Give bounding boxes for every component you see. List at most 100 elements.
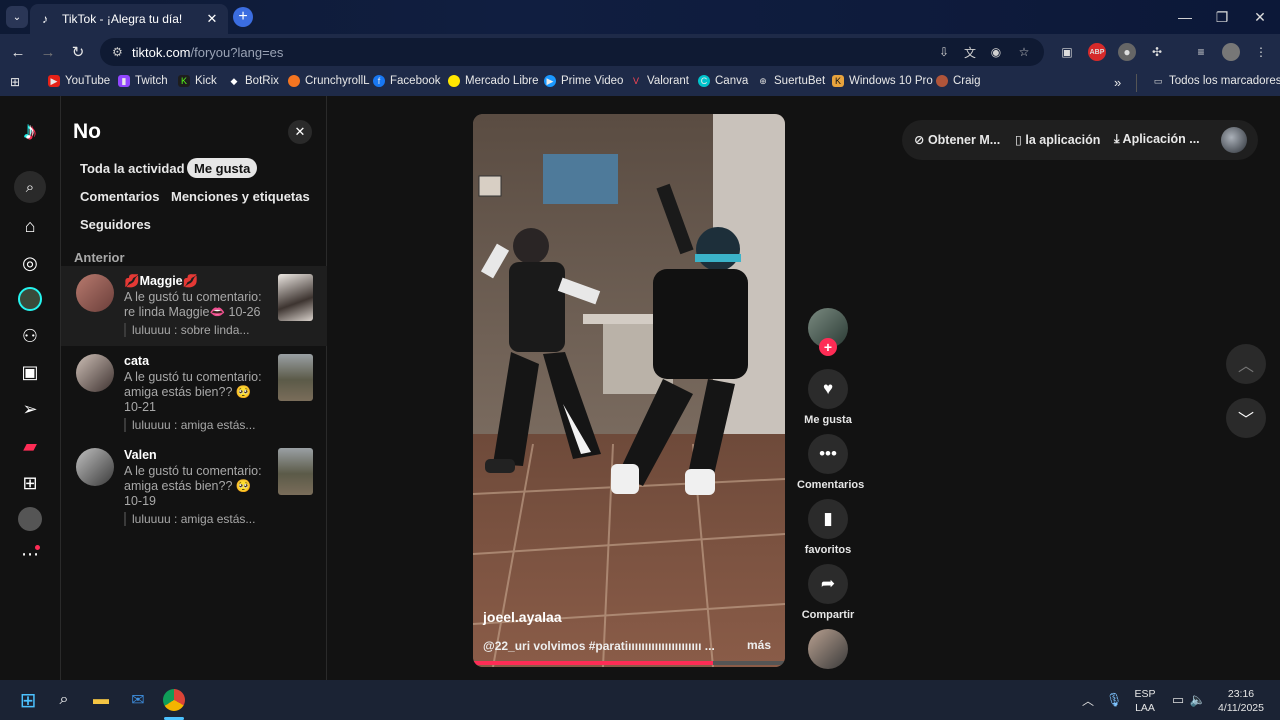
restore-button[interactable]: ❐ <box>1207 6 1237 28</box>
bookmark-facebook[interactable]: f Facebook <box>373 75 441 87</box>
bookmark-valorant[interactable]: V Valorant <box>630 75 689 87</box>
avatar[interactable] <box>76 274 114 312</box>
notification-user-name[interactable]: 💋Maggie💋 <box>124 274 198 289</box>
favorites-button[interactable]: ▮ favoritos <box>797 499 859 556</box>
back-button[interactable]: ← <box>8 42 28 62</box>
follow-plus-icon[interactable]: + <box>819 338 837 356</box>
video-thumbnail[interactable] <box>278 274 313 321</box>
adblock-plus-icon[interactable]: ABP <box>1088 43 1106 61</box>
heart-icon[interactable]: ♥ <box>808 369 848 409</box>
bookmark-craig[interactable]: Craig <box>936 75 980 87</box>
extension-profile-icon[interactable]: ● <box>1118 43 1136 61</box>
reload-button[interactable]: ↻ <box>68 42 88 62</box>
bookmark-twitch[interactable]: ▮ Twitch <box>118 75 168 87</box>
clock[interactable]: 23:16 4/11/2025 <box>1208 687 1274 715</box>
scroll-down-button[interactable]: ﹀ <box>1226 398 1266 438</box>
caption-more-button[interactable]: más <box>747 638 771 652</box>
notification-item[interactable]: Valen A le gustó tu comentario: amiga es… <box>61 442 327 532</box>
comment-icon[interactable]: ••• <box>808 434 848 474</box>
address-bar[interactable]: ⚙ tiktok.com/foryou?lang=es ⇩ 文 ◉ ☆ <box>100 38 1044 66</box>
bookmark-windows-10-pro[interactable]: K Windows 10 Pro <box>832 75 933 87</box>
avatar[interactable] <box>76 448 114 486</box>
notification-user-name[interactable]: cata <box>124 354 149 368</box>
filter-likes[interactable]: Me gusta <box>187 158 258 178</box>
apps-grid-icon[interactable]: ⊞ <box>10 75 20 89</box>
window-close-button[interactable]: ✕ <box>1245 6 1275 28</box>
input-language[interactable]: ESP LAA <box>1130 687 1160 715</box>
taskbar-search-icon[interactable]: ⌕ <box>52 688 76 712</box>
share-button[interactable]: ➦ Compartir <box>797 564 859 621</box>
microphone-icon[interactable]: 🎙 <box>1102 688 1126 712</box>
panel-close-button[interactable]: ✕ <box>288 120 312 144</box>
like-button[interactable]: ♥ Me gusta <box>797 369 859 426</box>
media-controls-icon[interactable]: ≡ <box>1192 43 1210 61</box>
tab-close-icon[interactable]: ✕ <box>204 11 220 27</box>
bookmarks-overflow-button[interactable]: » <box>1114 75 1121 90</box>
home-icon[interactable]: ⌂ <box>18 214 42 238</box>
filter-all-activity[interactable]: Toda la actividad <box>73 158 192 178</box>
avatar[interactable] <box>76 354 114 392</box>
bookmark-kick[interactable]: K Kick <box>178 75 217 87</box>
profile-avatar[interactable] <box>1222 43 1240 61</box>
messages-icon[interactable]: ➢ <box>18 397 42 421</box>
install-app-icon[interactable]: ⇩ <box>936 44 952 60</box>
new-tab-button[interactable]: + <box>233 7 253 27</box>
bookmark-canva[interactable]: C Canva <box>698 75 748 87</box>
comments-button[interactable]: ••• Comentarios <box>797 434 864 491</box>
sound-avatar-button[interactable] <box>797 629 859 669</box>
video-progress-bar[interactable] <box>473 661 785 665</box>
friends-icon[interactable]: ⚇ <box>18 324 42 348</box>
bookmark-botrix[interactable]: ◆ BotRix <box>228 75 279 87</box>
bookmark-star-icon[interactable]: ☆ <box>1016 44 1032 60</box>
outlook-icon[interactable]: ✉ <box>126 688 150 712</box>
tiktok-logo-icon[interactable]: ♪ <box>18 118 42 145</box>
video-thumbnail[interactable] <box>278 354 313 401</box>
following-avatar-icon[interactable] <box>18 287 42 311</box>
bookmark-suertubet[interactable]: ⊕ SuertuBet <box>757 75 825 87</box>
upload-icon[interactable]: ⊞ <box>18 471 42 495</box>
site-info-icon[interactable]: ⚙ <box>112 45 128 59</box>
minimize-button[interactable]: — <box>1170 6 1200 28</box>
notification-item[interactable]: 💋Maggie💋 A le gustó tu comentario: re li… <box>61 266 327 346</box>
creator-avatar-button[interactable]: + <box>797 308 859 356</box>
volume-icon[interactable]: 🔈 <box>1186 688 1210 712</box>
filter-followers[interactable]: Seguidores <box>73 214 158 234</box>
video-thumbnail[interactable] <box>278 448 313 495</box>
bookmark-mercado-libre[interactable]: Mercado Libre <box>448 75 539 87</box>
get-coins-button[interactable]: ⊘ Obtener M... <box>914 132 1000 147</box>
explore-icon[interactable]: ◎ <box>18 251 42 275</box>
extension-gamepad-icon[interactable]: ▣ <box>1058 43 1076 61</box>
tab-search-button[interactable]: ⌄ <box>6 6 28 28</box>
activity-icon[interactable]: ▰ <box>18 434 42 458</box>
translate-icon[interactable]: 文 <box>962 44 978 60</box>
live-icon[interactable]: ▣ <box>18 360 42 384</box>
all-bookmarks-folder[interactable]: ▭ Todos los marcadores <box>1152 75 1280 87</box>
notification-item[interactable]: cata A le gustó tu comentario: amiga est… <box>61 348 327 438</box>
user-avatar[interactable] <box>1221 127 1247 153</box>
filter-comments[interactable]: Comentarios <box>73 186 166 206</box>
bookmark-youtube[interactable]: ▶ YouTube <box>48 75 110 87</box>
profile-icon[interactable] <box>18 507 42 531</box>
tray-overflow-icon[interactable]: ︿ <box>1076 688 1100 712</box>
bookmark-crunchyroll[interactable]: CrunchyrollL <box>288 75 370 87</box>
bookmark-prime-video[interactable]: ▶ Prime Video <box>544 75 623 87</box>
file-explorer-icon[interactable]: ▬ <box>89 688 113 712</box>
windows-start-icon[interactable]: ⊞ <box>16 688 40 712</box>
video-player[interactable]: joeel.ayalaa @22_uri volvimos #paratiııı… <box>473 114 785 667</box>
download-app-button[interactable]: ⤓ Aplicación ... <box>1114 132 1200 147</box>
get-app-button[interactable]: ▯ la aplicación <box>1015 132 1100 147</box>
notification-user-name[interactable]: Valen <box>124 448 157 462</box>
video-author[interactable]: joeel.ayalaa <box>483 609 562 625</box>
tracking-protection-icon[interactable]: ◉ <box>988 44 1004 60</box>
sound-avatar[interactable] <box>808 629 848 669</box>
filter-mentions[interactable]: Menciones y etiquetas <box>164 186 317 206</box>
share-icon[interactable]: ➦ <box>808 564 848 604</box>
scroll-up-button[interactable]: ︿ <box>1226 344 1266 384</box>
chrome-taskbar-icon[interactable] <box>163 689 185 711</box>
forward-button[interactable]: → <box>38 42 58 62</box>
bookmark-icon[interactable]: ▮ <box>808 499 848 539</box>
extensions-puzzle-icon[interactable]: ✣ <box>1148 43 1166 61</box>
search-icon[interactable]: ⌕ <box>14 171 46 203</box>
browser-menu-icon[interactable]: ⋮ <box>1252 43 1270 61</box>
browser-tab[interactable]: ♪ TikTok - ¡Alegra tu día! ✕ <box>30 4 228 34</box>
